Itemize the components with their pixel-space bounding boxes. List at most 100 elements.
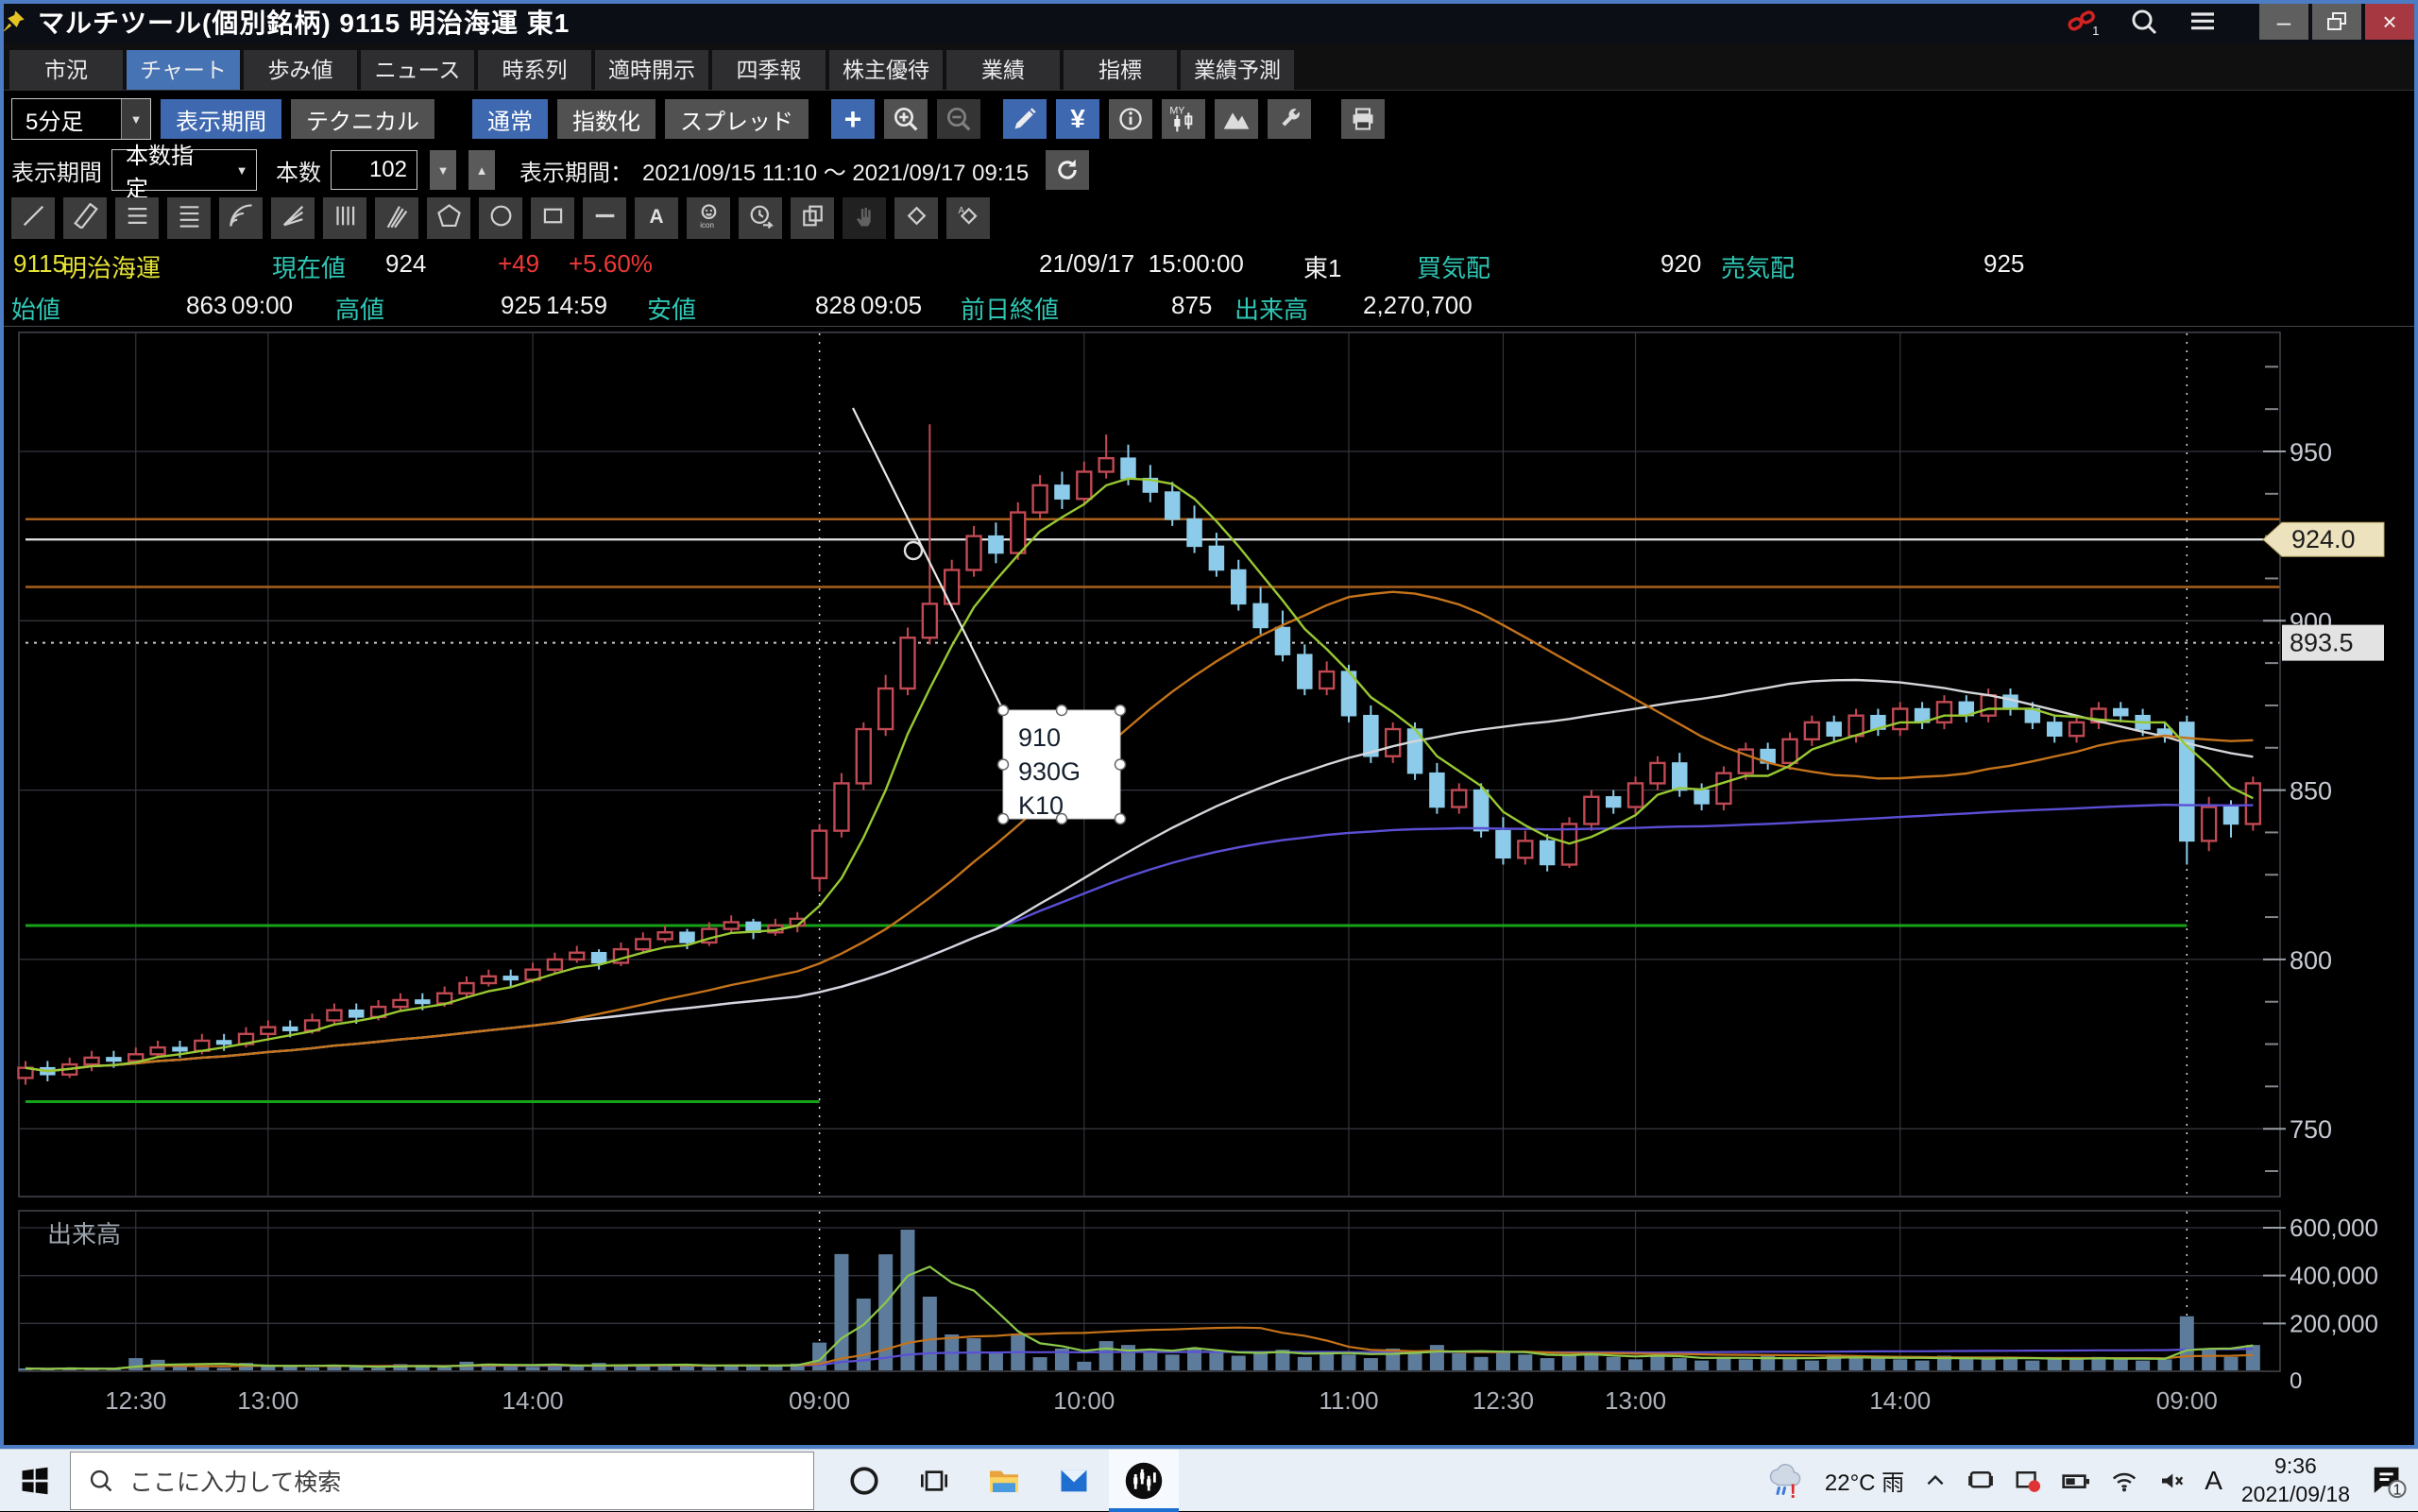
eraser-icon [904,203,929,233]
tab-tekijikaiji[interactable]: 適時開示 [595,50,708,90]
count-up-button[interactable]: ▲ [468,150,495,190]
settings-button[interactable] [1268,99,1311,139]
selection-handle[interactable] [998,705,1009,716]
title-bar: マルチツール(個別銘柄) 9115 明治海運 東1 1 – × [0,0,2418,43]
tab-gyoseki[interactable]: 業績 [946,50,1060,90]
tab-bar: 市況チャート歩み値ニュース時系列適時開示四季報株主優待業績指標業績予測 [0,43,2418,91]
draw-tool-icon-stamp[interactable]: icon [687,197,730,239]
tab-news[interactable]: ニュース [361,50,474,90]
print-button[interactable] [1341,99,1385,139]
wifi-icon[interactable] [2110,1467,2138,1495]
draw-tool-pitchfork[interactable] [375,197,418,239]
tab-shikyo[interactable]: 市況 [9,50,123,90]
info-button[interactable] [1109,99,1152,139]
draw-tool-eraser[interactable] [894,197,938,239]
restore-button[interactable] [2312,4,2361,40]
selection-handle[interactable] [1057,705,1067,716]
crosshair-button[interactable]: + [831,99,875,139]
draw-tool-fan-lines[interactable] [271,197,315,239]
draw-tool-trendline[interactable] [11,197,55,239]
draw-tool-hline-segment[interactable] [583,197,626,239]
draw-tool-rectangle[interactable] [531,197,574,239]
start-button[interactable] [0,1450,70,1512]
tab-ayumine[interactable]: 歩み値 [244,50,357,90]
menu-icon[interactable] [2188,7,2218,37]
weather-icon[interactable]: ! [1766,1461,1806,1501]
draw-tool-hlines-3[interactable] [115,197,159,239]
open-value: 863 [186,291,227,320]
draw-tool-text[interactable]: A [635,197,678,239]
selection-handle[interactable] [998,814,1009,824]
draw-tool-copy[interactable] [791,197,834,239]
price-volume-chart[interactable]: 950900850800750600,000400,000200,000012:… [0,328,2418,1511]
selection-handle[interactable] [1115,705,1126,716]
selection-handle[interactable] [1057,814,1067,824]
interval-dropdown[interactable]: 5分足 ▼ [11,98,151,140]
draw-tool-fib-arc[interactable] [219,197,263,239]
tab-chart[interactable]: チャート [127,50,240,90]
period-mode-dropdown[interactable]: 本数指定 ▼ [111,149,257,191]
search-icon[interactable] [2129,7,2159,37]
notification-icon[interactable]: 1 [2369,1462,2407,1500]
link-icon[interactable]: 1 [2067,8,2101,36]
pitchfork-icon [384,203,410,233]
svg-text:11:00: 11:00 [1319,1386,1378,1415]
tab-shihyo[interactable]: 指標 [1064,50,1177,90]
hand-icon [852,203,877,233]
my-chart-button[interactable]: MY [1162,99,1205,139]
svg-text:12:30: 12:30 [105,1386,166,1415]
svg-text:924.0: 924.0 [2291,525,2356,553]
normal-button[interactable]: 通常 [472,99,548,139]
bar-count-input[interactable]: 102 [331,150,417,190]
yen-button[interactable]: ¥ [1056,99,1099,139]
draw-tool-ellipse[interactable] [479,197,522,239]
reload-button[interactable] [1046,150,1089,190]
hlines-4-icon [177,203,202,233]
cortana-button[interactable] [829,1450,899,1512]
range-label: 表示期間： [519,154,633,187]
taskbar-chart-app-button[interactable] [1109,1450,1179,1512]
close-button[interactable]: × [2365,4,2414,40]
selection-handle[interactable] [1115,759,1126,770]
minimize-button[interactable]: – [2259,4,2308,40]
svg-text:10:00: 10:00 [1053,1386,1115,1415]
file-explorer-button[interactable] [969,1450,1039,1512]
chevron-up-icon[interactable] [1923,1469,1948,1493]
spread-button[interactable]: スプレッド [665,99,809,139]
tab-yutai[interactable]: 株主優待 [829,50,943,90]
battery-icon[interactable] [2061,1466,2091,1496]
low-value: 828 [815,291,856,320]
draw-tool-vlines[interactable] [323,197,366,239]
zoom-in-button[interactable] [884,99,928,139]
svg-text:A: A [649,206,663,228]
svg-text:800: 800 [2290,946,2332,975]
ime-indicator[interactable]: A [2205,1466,2222,1496]
task-view-button[interactable] [899,1450,969,1512]
mail-button[interactable] [1039,1450,1109,1512]
tab-shikiho[interactable]: 四季報 [712,50,826,90]
draw-tool-hlines-4[interactable] [167,197,211,239]
display-icon[interactable] [1967,1467,1995,1495]
ellipse-icon [488,203,514,233]
volume-muted-icon[interactable] [2157,1467,2186,1495]
draw-tool-time-cycle[interactable] [739,197,782,239]
chart-app-icon [1124,1461,1164,1501]
display-period-button[interactable]: 表示期間 [161,99,281,139]
draw-tool-ruler[interactable] [63,197,107,239]
draw-button[interactable] [1003,99,1047,139]
indexed-button[interactable]: 指数化 [557,99,656,139]
taskbar-clock[interactable]: 9:36 2021/09/18 [2241,1453,2350,1509]
draw-tool-eraser-text[interactable]: A [946,197,990,239]
screen-record-icon[interactable] [2014,1467,2042,1495]
selection-handle[interactable] [998,759,1009,770]
technical-button[interactable]: テクニカル [291,99,434,139]
tab-yosoku[interactable]: 業績予測 [1181,50,1294,90]
taskbar-search-input[interactable]: ここに入力して検索 [70,1452,814,1510]
tab-jikeiretsu[interactable]: 時系列 [478,50,591,90]
draw-tool-pentagon[interactable] [427,197,470,239]
count-down-button[interactable]: ▼ [430,150,456,190]
chart-style-button[interactable] [1215,99,1258,139]
selection-handle[interactable] [1115,814,1126,824]
draw-tool-hand[interactable] [843,197,886,239]
weather-text[interactable]: 22°C 雨 [1825,1464,1904,1497]
